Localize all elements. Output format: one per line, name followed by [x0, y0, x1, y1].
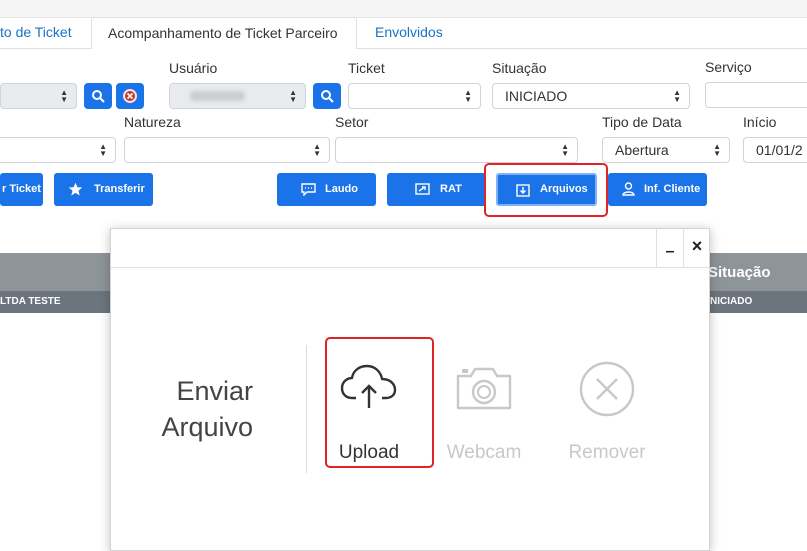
redacted-user	[190, 91, 245, 101]
modal-header: – ×	[111, 229, 709, 268]
ticket-action-label: r Ticket	[2, 183, 41, 195]
filter-left-select-2[interactable]: ▲ ▼	[0, 137, 116, 163]
grid-row-client: LTDA TESTE	[0, 296, 61, 307]
share-screen-icon	[415, 183, 430, 195]
remove-label: Remover	[568, 442, 646, 463]
clear-button[interactable]	[116, 83, 144, 109]
upload-highlight	[325, 337, 434, 468]
rat-label: RAT	[440, 183, 462, 195]
select-caret-icon: ▲ ▼	[673, 88, 681, 104]
select-caret-icon: ▲ ▼	[561, 142, 569, 158]
natureza-label: Natureza	[124, 114, 181, 130]
select-caret-icon: ▲ ▼	[713, 142, 721, 158]
rat-button[interactable]: RAT	[387, 173, 486, 206]
situacao-label: Situação	[492, 60, 547, 76]
top-strip	[0, 0, 807, 18]
modal-title: Enviar Arquivo	[151, 373, 253, 445]
tab-bar: to de Ticket Acompanhamento de Ticket Pa…	[0, 17, 807, 49]
inf-cliente-label: Inf. Cliente	[644, 183, 701, 195]
inf-cliente-button[interactable]: Inf. Cliente	[608, 173, 707, 206]
search-icon	[321, 90, 334, 103]
minimize-button[interactable]: –	[656, 229, 683, 267]
tipo-data-value: Abertura	[615, 142, 669, 158]
laudo-button[interactable]: Laudo	[277, 173, 376, 206]
usuario-search-button[interactable]	[313, 83, 341, 109]
remove-option[interactable]: Remover	[552, 348, 662, 468]
transferir-button[interactable]: Transferir	[54, 173, 153, 206]
clear-x-icon	[123, 89, 137, 103]
modal-title-line1: Enviar	[176, 376, 253, 406]
ticket-action-button[interactable]: r Ticket	[0, 173, 43, 206]
ticket-label: Ticket	[348, 60, 385, 76]
ticket-select[interactable]: ▲ ▼	[348, 83, 481, 109]
camera-icon	[456, 367, 512, 410]
filter-left-select[interactable]: ▲ ▼	[0, 83, 77, 109]
select-caret-icon: ▲ ▼	[464, 88, 472, 104]
servico-select[interactable]	[705, 82, 807, 108]
select-caret-icon: ▲ ▼	[313, 142, 321, 158]
grid-row-status: NICIADO	[710, 296, 753, 307]
natureza-select[interactable]: ▲ ▼	[124, 137, 330, 163]
inicio-input[interactable]: 01/01/2	[743, 137, 807, 163]
user-icon	[622, 182, 635, 196]
situacao-value: INICIADO	[505, 88, 568, 104]
upload-modal: – × Enviar Arquivo Upload Webcam Remover	[110, 228, 710, 551]
webcam-label: Webcam	[446, 442, 522, 463]
tab-envolvidos[interactable]: Envolvidos	[375, 17, 443, 48]
select-caret-icon: ▲ ▼	[99, 142, 107, 158]
tab-ticket[interactable]: to de Ticket	[0, 17, 72, 48]
servico-label: Serviço	[705, 59, 752, 75]
tipo-data-select[interactable]: Abertura ▲ ▼	[602, 137, 730, 163]
comment-icon	[301, 183, 316, 196]
setor-select[interactable]: ▲ ▼	[335, 137, 578, 163]
select-caret-icon: ▲ ▼	[60, 88, 68, 104]
setor-label: Setor	[335, 114, 369, 130]
tab-acompanhamento-ticket-parceiro[interactable]: Acompanhamento de Ticket Parceiro	[91, 17, 357, 49]
close-button[interactable]: ×	[683, 229, 710, 267]
remove-circle-icon	[579, 361, 635, 417]
inicio-value: 01/01/2	[756, 142, 803, 158]
grid-header-situacao: Situação	[708, 264, 771, 281]
select-caret-icon: ▲ ▼	[289, 88, 297, 104]
usuario-select[interactable]: ▲ ▼	[169, 83, 306, 109]
search-button[interactable]	[84, 83, 112, 109]
situacao-select[interactable]: INICIADO ▲ ▼	[492, 83, 690, 109]
tipo-data-label: Tipo de Data	[602, 114, 682, 130]
transferir-label: Transferir	[94, 183, 145, 195]
inicio-label: Início	[743, 114, 777, 130]
modal-title-line2: Arquivo	[161, 412, 253, 442]
star-icon	[68, 182, 83, 196]
usuario-label: Usuário	[169, 60, 218, 76]
laudo-label: Laudo	[325, 183, 358, 195]
modal-divider	[306, 345, 307, 473]
arquivos-highlight	[484, 163, 608, 217]
search-icon	[92, 90, 105, 103]
webcam-option[interactable]: Webcam	[429, 348, 539, 468]
